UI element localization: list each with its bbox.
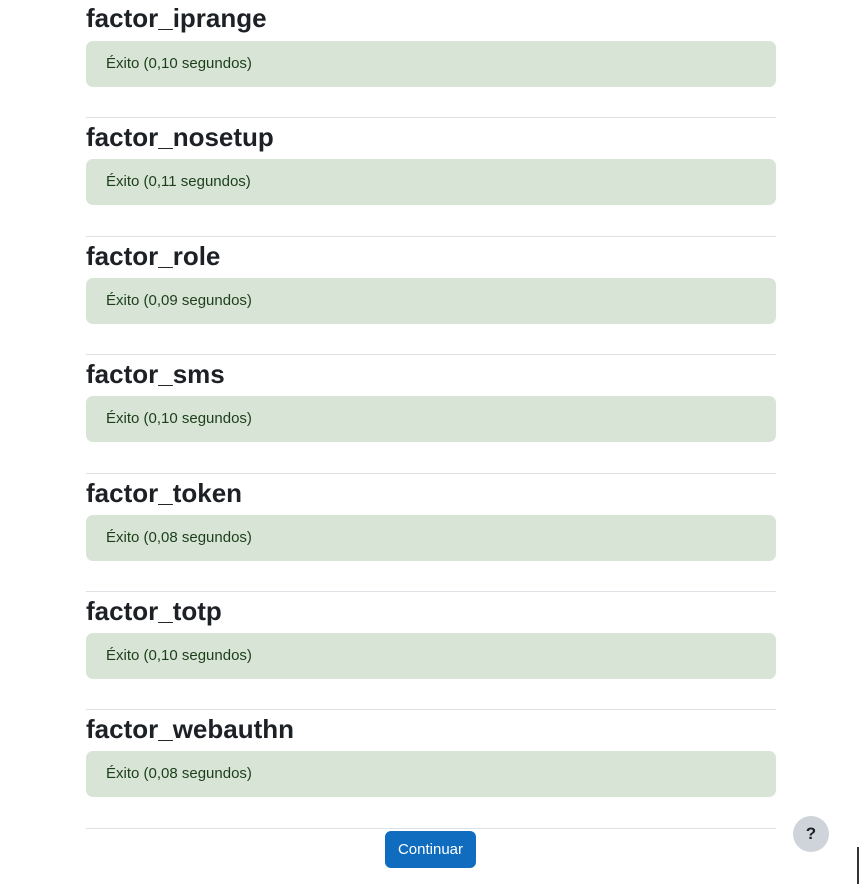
plugin-title: factor_sms: [86, 359, 225, 390]
plugin-title: factor_nosetup: [86, 122, 274, 153]
success-alert: Éxito (0,10 segundos): [86, 632, 776, 679]
continue-row: Continuar: [0, 831, 859, 868]
plugin-result-section: factor_sms Éxito (0,10 segundos): [86, 355, 776, 474]
plugin-result-section: factor_role Éxito (0,09 segundos): [86, 237, 776, 356]
plugin-result-section: factor_iprange Éxito (0,10 segundos): [86, 0, 776, 119]
plugin-title: factor_token: [86, 477, 243, 508]
plugin-result-section: factor_nosetup Éxito (0,11 segundos): [86, 118, 776, 237]
success-alert: Éxito (0,08 segundos): [86, 514, 776, 561]
success-alert: Éxito (0,09 segundos): [86, 277, 776, 324]
plugin-result-section: factor_token Éxito (0,08 segundos): [86, 474, 776, 592]
success-alert: Éxito (0,11 segundos): [86, 159, 776, 206]
help-button[interactable]: ?: [793, 816, 829, 852]
plugin-result-section: factor_webauthn Éxito (0,08 segundos): [86, 710, 776, 829]
plugin-title: factor_role: [86, 240, 221, 271]
upgrade-results: factor_iprange Éxito (0,10 segundos) fac…: [86, 0, 776, 829]
question-mark-icon: ?: [805, 824, 817, 843]
plugin-result-section: factor_totp Éxito (0,10 segundos): [86, 592, 776, 711]
success-alert: Éxito (0,10 segundos): [86, 41, 776, 87]
success-alert: Éxito (0,10 segundos): [86, 396, 776, 443]
plugin-title: factor_webauthn: [86, 714, 295, 745]
plugin-title: factor_iprange: [86, 3, 267, 33]
continue-button[interactable]: Continuar: [384, 831, 477, 868]
plugin-title: factor_totp: [86, 595, 222, 626]
success-alert: Éxito (0,08 segundos): [86, 751, 776, 798]
